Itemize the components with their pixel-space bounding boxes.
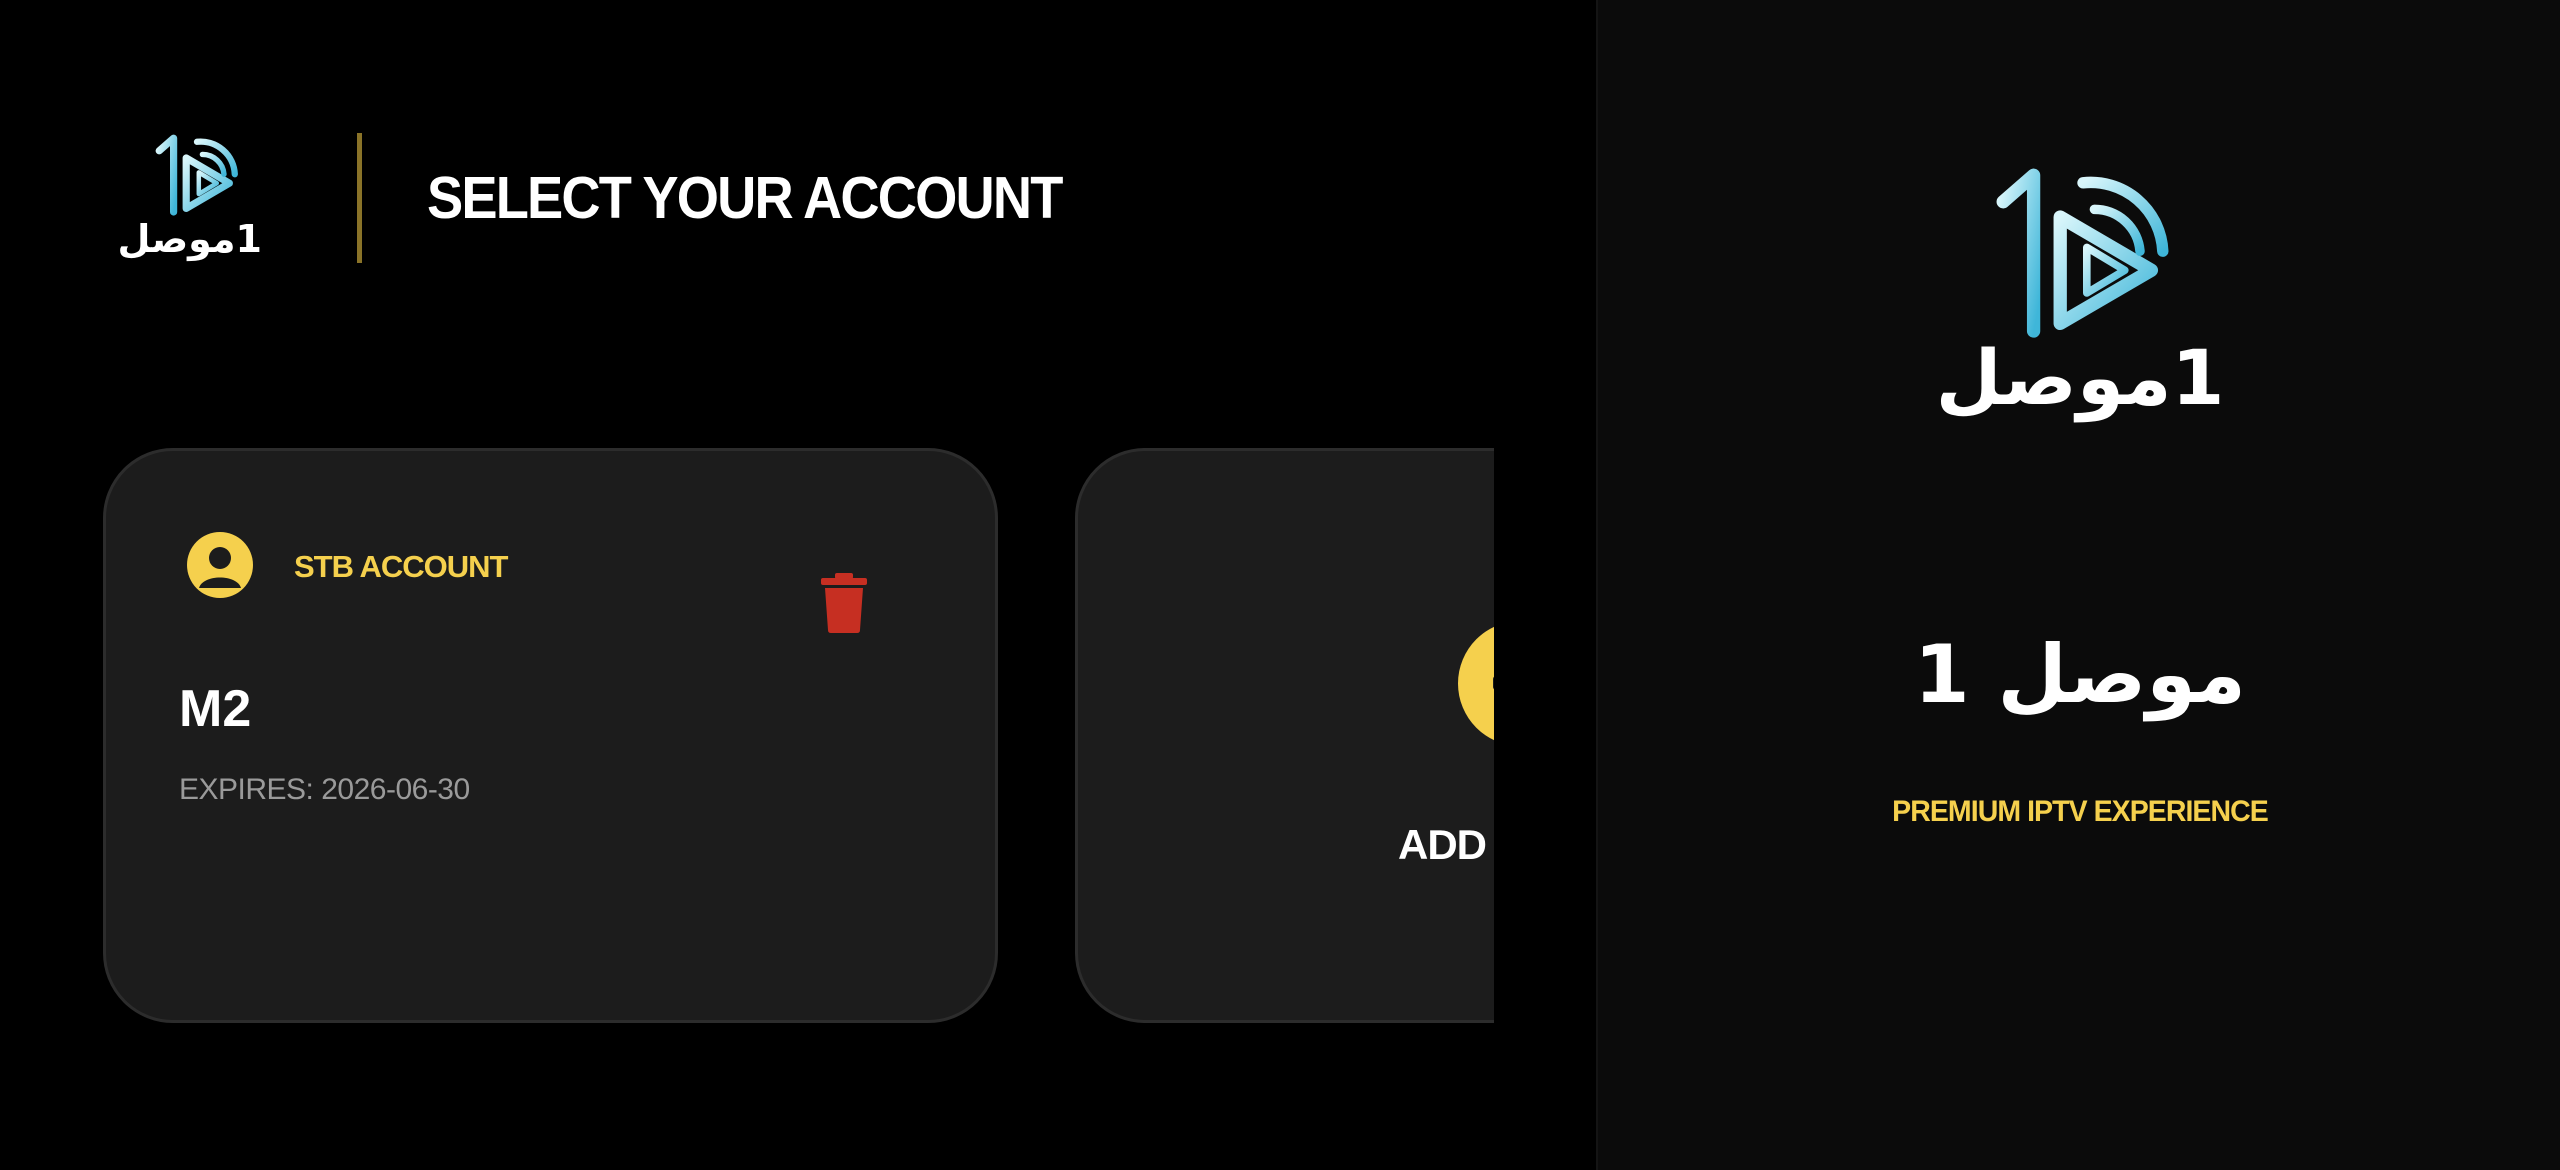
brand-logo-text: 1موصل bbox=[1935, 333, 2225, 422]
delete-account-button[interactable] bbox=[821, 573, 867, 633]
add-account-card[interactable]: ADD N bbox=[1075, 448, 1494, 1023]
trash-icon bbox=[821, 573, 867, 633]
tagline: PREMIUM IPTV EXPERIENCE bbox=[1892, 795, 2269, 828]
account-selection-panel: 1موصل SELECT YOUR ACCOUNT STB ACCOUNT M2… bbox=[0, 0, 1596, 1170]
app-name: موصل 1 bbox=[1914, 628, 2246, 721]
play-broadcast-logo-icon bbox=[1996, 168, 2169, 338]
brand-panel: 1موصل موصل 1 PREMIUM IPTV EXPERIENCE bbox=[1596, 0, 2560, 1170]
brand-logo bbox=[1988, 160, 2178, 350]
accounts-carousel[interactable]: STB ACCOUNT M2 EXPIRES: 2026-06-30 ADD N bbox=[0, 0, 1494, 1170]
account-expiry: EXPIRES: 2026-06-30 bbox=[179, 773, 470, 806]
account-name: M2 bbox=[179, 680, 252, 738]
account-card[interactable]: STB ACCOUNT M2 EXPIRES: 2026-06-30 bbox=[103, 448, 998, 1023]
account-type-label: STB ACCOUNT bbox=[294, 549, 508, 584]
user-circle-icon bbox=[187, 532, 253, 598]
plus-icon bbox=[1458, 621, 1494, 746]
add-account-label: ADD N bbox=[1398, 821, 1494, 868]
